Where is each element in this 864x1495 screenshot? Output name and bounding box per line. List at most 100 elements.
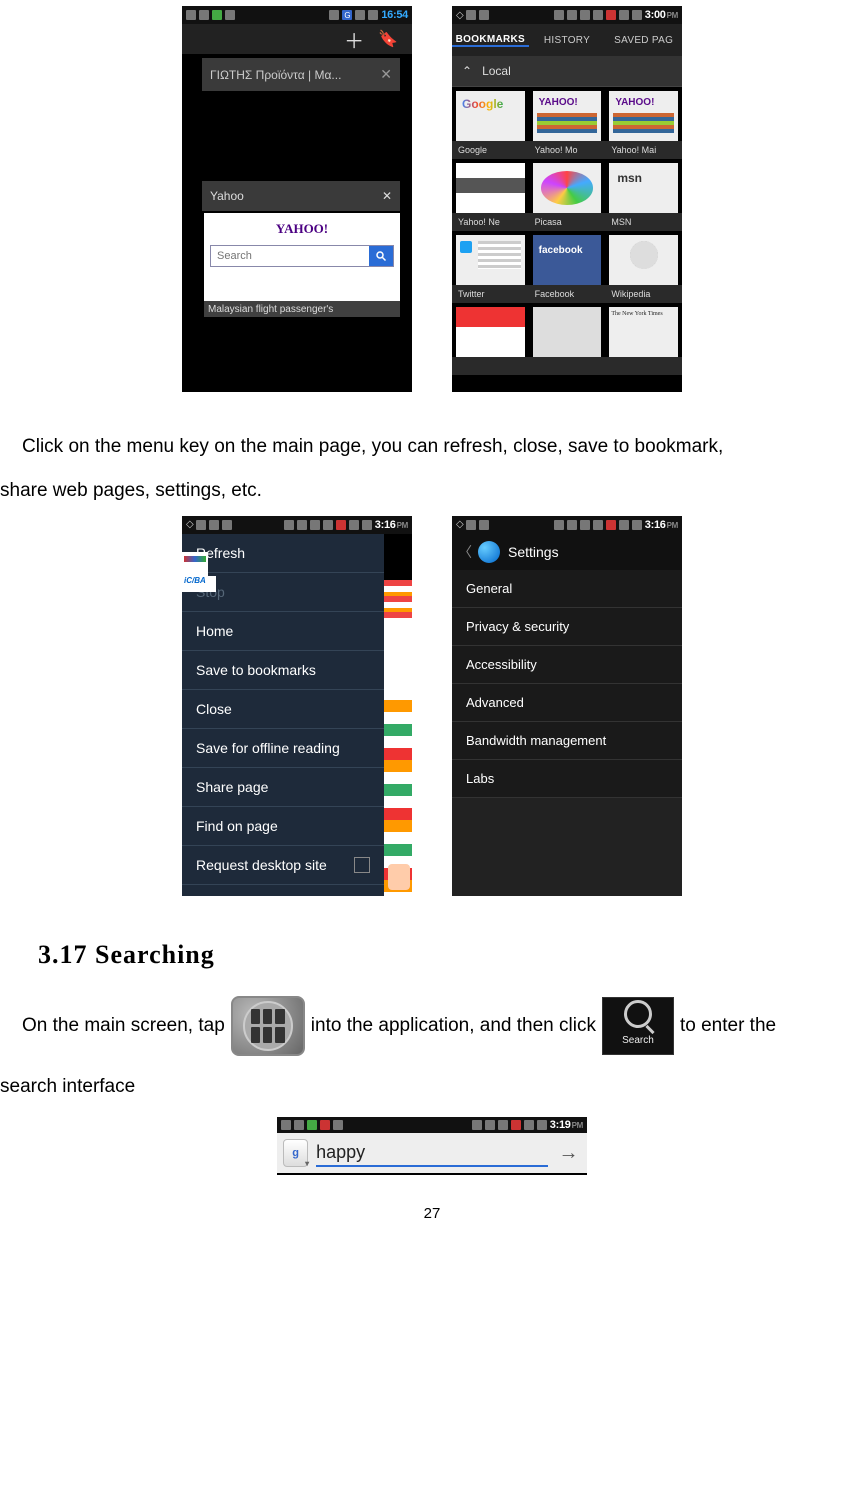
menu-item-desktop-site[interactable]: Request desktop site <box>182 846 384 885</box>
menu-item-close[interactable]: Close <box>182 690 384 729</box>
empty-area <box>452 798 682 896</box>
status-icon <box>323 520 333 530</box>
settings-item-advanced[interactable]: Advanced <box>452 684 682 722</box>
checkbox[interactable] <box>354 857 370 873</box>
go-button[interactable]: → <box>556 1139 581 1167</box>
bookmark-item[interactable]: Google <box>452 87 529 159</box>
status-icon <box>294 1120 304 1130</box>
back-icon[interactable]: 〈 <box>458 542 472 562</box>
bookmark-item[interactable]: MSN <box>605 159 682 231</box>
settings-item-privacy[interactable]: Privacy & security <box>452 608 682 646</box>
signal-icon <box>619 10 629 20</box>
status-icon <box>222 520 232 530</box>
settings-header[interactable]: 〈 Settings <box>452 534 682 570</box>
new-tab-icon[interactable]: ＋ <box>344 25 364 54</box>
screenshot-bookmarks: ◇ 3:00PM BOOKMARKS HISTORY <box>452 6 682 392</box>
status-bar: 3:19PM <box>277 1117 587 1133</box>
bookmark-item[interactable]: Yahoo! Mai <box>605 87 682 159</box>
page-number: 27 <box>0 1205 864 1222</box>
alarm-icon <box>485 1120 495 1130</box>
bluetooth-icon <box>284 520 294 530</box>
bluetooth-icon <box>554 520 564 530</box>
tab-bookmarks[interactable]: BOOKMARKS <box>452 34 529 47</box>
status-icon <box>479 10 489 20</box>
screenshot-browser-menu: ◇ 3:16PM iC/BA <box>182 516 412 896</box>
status-icon: G <box>342 10 352 20</box>
status-icon <box>593 520 603 530</box>
signal-icon <box>349 520 359 530</box>
folder-label: Local <box>482 64 511 78</box>
status-icon <box>329 10 339 20</box>
signal-icon <box>524 1120 534 1130</box>
apps-launcher-icon <box>231 996 305 1056</box>
signal-icon <box>619 520 629 530</box>
status-icon <box>225 10 235 20</box>
settings-title: Settings <box>508 544 559 560</box>
battery-icon <box>368 10 378 20</box>
clock: 3:00PM <box>645 9 678 21</box>
status-icon <box>333 1120 343 1130</box>
status-icon <box>320 1120 330 1130</box>
status-icon <box>186 10 196 20</box>
bookmark-item[interactable]: Yahoo! Ne <box>452 159 529 231</box>
bookmark-item[interactable] <box>605 303 682 375</box>
settings-item-accessibility[interactable]: Accessibility <box>452 646 682 684</box>
tab-preview[interactable]: YAHOO! Malaysian flight passenger's <box>204 213 400 317</box>
globe-icon <box>478 541 500 563</box>
news-ticker: Malaysian flight passenger's <box>204 301 400 317</box>
tab-history[interactable]: HISTORY <box>529 35 606 46</box>
bookmark-item[interactable]: Twitter <box>452 231 529 303</box>
status-bar: ◇ 3:16PM <box>452 516 682 534</box>
bookmark-item[interactable]: Yahoo! Mo <box>529 87 606 159</box>
bookmark-item[interactable]: Picasa <box>529 159 606 231</box>
status-icon <box>593 10 603 20</box>
screenshot-settings: ◇ 3:16PM 〈 Settings <box>452 516 682 896</box>
search-provider-icon[interactable]: g <box>283 1139 308 1167</box>
settings-item-bandwidth[interactable]: Bandwidth management <box>452 722 682 760</box>
menu-item-find[interactable]: Find on page <box>182 807 384 846</box>
yahoo-logo: YAHOO! <box>204 213 400 237</box>
sync-icon <box>580 10 590 20</box>
tab-saved[interactable]: SAVED PAG <box>605 35 682 46</box>
tab-title: ΓΙΩΤΗΣ Προϊόντα | Μα... <box>210 68 341 82</box>
bookmark-item[interactable] <box>452 303 529 375</box>
menu-item-bookmarks-history[interactable]: Bookmarks/History <box>182 885 384 896</box>
sync-icon <box>498 1120 508 1130</box>
text-segment: to enter the <box>680 1005 776 1047</box>
menu-item-save-offline[interactable]: Save for offline reading <box>182 729 384 768</box>
status-icon <box>336 520 346 530</box>
settings-item-labs[interactable]: Labs <box>452 760 682 798</box>
tab-active[interactable]: Yahoo ✕ <box>202 181 400 211</box>
screenshot-search-bar: 3:19PM g → <box>277 1117 587 1175</box>
body-text: Click on the menu key on the main page, … <box>0 426 864 468</box>
bookmark-icon[interactable]: 🔖 <box>378 29 398 49</box>
section-heading: 3.17 Searching <box>38 940 864 970</box>
close-icon[interactable]: ✕ <box>380 66 392 83</box>
menu-item-share[interactable]: Share page <box>182 768 384 807</box>
menu-item-home[interactable]: Home <box>182 612 384 651</box>
sync-icon <box>580 520 590 530</box>
bookmark-item[interactable]: Facebook <box>529 231 606 303</box>
menu-item-save-bookmark[interactable]: Save to bookmarks <box>182 651 384 690</box>
search-input[interactable] <box>316 1140 548 1167</box>
status-icon <box>281 1120 291 1130</box>
clock: 16:54 <box>381 9 408 21</box>
signal-icon <box>355 10 365 20</box>
status-bar: ◇ 3:16PM <box>182 516 412 534</box>
search-input[interactable] <box>211 246 369 266</box>
close-icon[interactable]: ✕ <box>382 189 392 203</box>
tab-inactive[interactable]: ΓΙΩΤΗΣ Προϊόντα | Μα... ✕ <box>202 58 400 91</box>
menu-item-refresh[interactable]: Refresh <box>182 534 384 573</box>
settings-item-general[interactable]: General <box>452 570 682 608</box>
folder-header[interactable]: ⌃ Local <box>452 56 682 87</box>
screenshot-browser-tabs: G 16:54 ＋ 🔖 ΓΙΩΤΗΣ Προϊόντα | Μα... ✕ Ya… <box>182 6 412 392</box>
bookmark-item[interactable] <box>529 303 606 375</box>
background-thumbnail <box>182 552 208 576</box>
status-icon <box>466 10 476 20</box>
status-icon <box>466 520 476 530</box>
chevron-up-icon: ⌃ <box>462 64 472 78</box>
text-segment: into the application, and then click <box>311 1005 596 1047</box>
bookmark-item[interactable]: Wikipedia <box>605 231 682 303</box>
search-button[interactable] <box>369 246 393 266</box>
bluetooth-icon <box>472 1120 482 1130</box>
